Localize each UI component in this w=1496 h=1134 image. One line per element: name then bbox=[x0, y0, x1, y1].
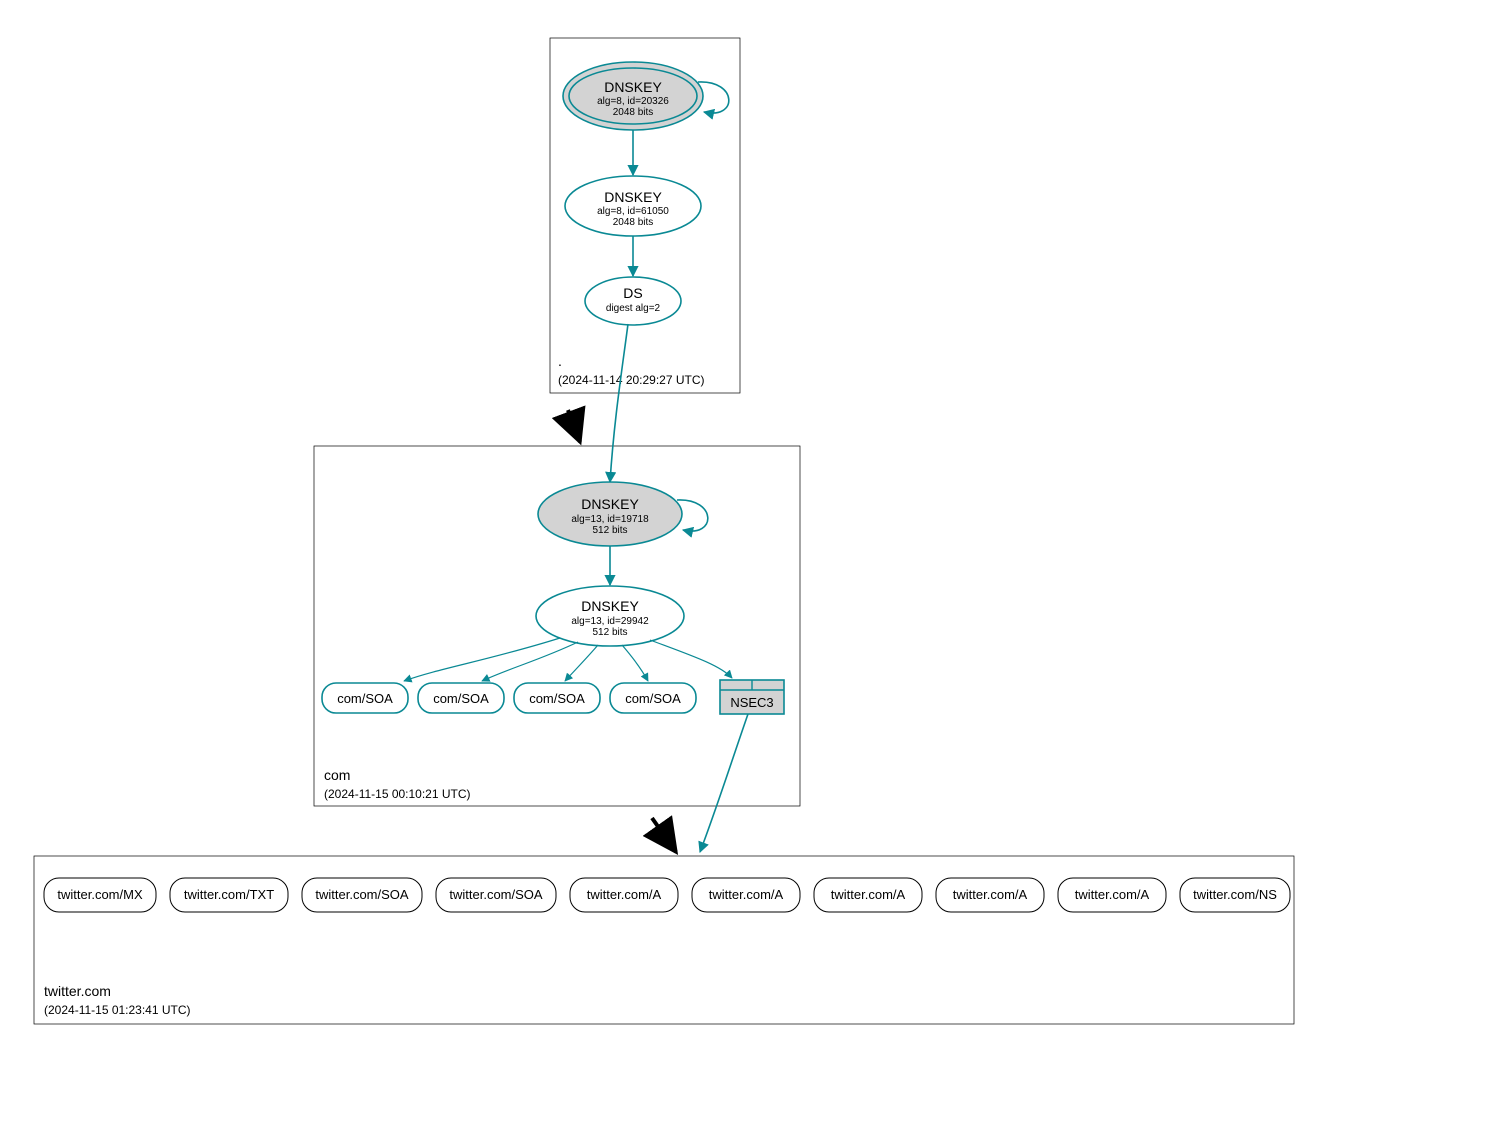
com-ksk-sub2: 512 bits bbox=[592, 525, 627, 536]
zone-root-title: . bbox=[558, 353, 562, 369]
edge-com-zsk-soa3 bbox=[622, 645, 648, 681]
svg-text:twitter.com/A: twitter.com/A bbox=[1075, 887, 1150, 902]
leaf-rr-5: twitter.com/A bbox=[692, 878, 800, 912]
leaf-rr-1: twitter.com/TXT bbox=[170, 878, 288, 912]
zone-leaf-time: (2024-11-15 01:23:41 UTC) bbox=[44, 1003, 191, 1017]
leaf-rr-0: twitter.com/MX bbox=[44, 878, 156, 912]
com-ksk-title: DNSKEY bbox=[581, 496, 639, 512]
leaf-rr-2: twitter.com/SOA bbox=[302, 878, 422, 912]
root-zsk-sub1: alg=8, id=61050 bbox=[597, 206, 669, 217]
edge-com-zsk-soa1 bbox=[482, 642, 578, 681]
svg-text:twitter.com/NS: twitter.com/NS bbox=[1193, 887, 1277, 902]
com-soa-3: com/SOA bbox=[610, 683, 696, 713]
svg-text:com/SOA: com/SOA bbox=[529, 691, 585, 706]
com-soa-0: com/SOA bbox=[322, 683, 408, 713]
leaf-rr-7: twitter.com/A bbox=[936, 878, 1044, 912]
svg-text:com/SOA: com/SOA bbox=[625, 691, 681, 706]
com-ksk-node: DNSKEY alg=13, id=19718 512 bits bbox=[538, 482, 682, 546]
leaf-rr-4: twitter.com/A bbox=[570, 878, 678, 912]
svg-text:twitter.com/SOA: twitter.com/SOA bbox=[449, 887, 543, 902]
leaf-rr-9: twitter.com/NS bbox=[1180, 878, 1290, 912]
root-ds-title: DS bbox=[623, 285, 642, 301]
zone-com: com (2024-11-15 00:10:21 UTC) DNSKEY alg… bbox=[314, 324, 800, 806]
edge-com-zsk-soa2 bbox=[565, 645, 598, 681]
svg-text:twitter.com/A: twitter.com/A bbox=[709, 887, 784, 902]
zone-leaf-title: twitter.com bbox=[44, 983, 111, 999]
svg-text:com/SOA: com/SOA bbox=[337, 691, 393, 706]
svg-text:twitter.com/A: twitter.com/A bbox=[831, 887, 906, 902]
zone-com-time: (2024-11-15 00:10:21 UTC) bbox=[324, 787, 471, 801]
dnssec-diagram: . (2024-11-14 20:29:27 UTC) DNSKEY alg=8… bbox=[20, 20, 1496, 1114]
com-soa-1: com/SOA bbox=[418, 683, 504, 713]
com-nsec3: NSEC3 bbox=[720, 680, 784, 714]
root-ksk-node: DNSKEY alg=8, id=20326 2048 bits bbox=[563, 62, 703, 130]
com-ksk-sub1: alg=13, id=19718 bbox=[571, 514, 649, 525]
svg-text:twitter.com/MX: twitter.com/MX bbox=[57, 887, 143, 902]
leaf-rr-3: twitter.com/SOA bbox=[436, 878, 556, 912]
zone-root-time: (2024-11-14 20:29:27 UTC) bbox=[558, 373, 705, 387]
root-zsk-sub2: 2048 bits bbox=[613, 217, 654, 228]
leaf-rr-6: twitter.com/A bbox=[814, 878, 922, 912]
com-zsk-title: DNSKEY bbox=[581, 598, 639, 614]
svg-text:twitter.com/A: twitter.com/A bbox=[953, 887, 1028, 902]
svg-text:com/SOA: com/SOA bbox=[433, 691, 489, 706]
com-zsk-sub2: 512 bits bbox=[592, 627, 627, 638]
edge-com-zsk-nsec3 bbox=[650, 640, 732, 678]
com-zsk-sub1: alg=13, id=29942 bbox=[571, 616, 649, 627]
root-ds-sub: digest alg=2 bbox=[606, 303, 661, 314]
edge-delegation-com-leaf bbox=[652, 818, 676, 852]
root-ksk-sub2: 2048 bits bbox=[613, 107, 654, 118]
leaf-rr-8: twitter.com/A bbox=[1058, 878, 1166, 912]
root-zsk-title: DNSKEY bbox=[604, 189, 662, 205]
root-ksk-title: DNSKEY bbox=[604, 79, 662, 95]
edge-nsec3-leaf bbox=[700, 714, 748, 852]
zone-com-title: com bbox=[324, 767, 350, 783]
zone-root: . (2024-11-14 20:29:27 UTC) DNSKEY alg=8… bbox=[550, 38, 740, 393]
svg-text:NSEC3: NSEC3 bbox=[730, 695, 773, 710]
edge-ds-com-ksk bbox=[610, 324, 628, 482]
root-zsk-node: DNSKEY alg=8, id=61050 2048 bits bbox=[565, 176, 701, 236]
zone-leaf: twitter.com (2024-11-15 01:23:41 UTC) tw… bbox=[34, 714, 1294, 1024]
com-soa-2: com/SOA bbox=[514, 683, 600, 713]
edge-delegation-root-com bbox=[568, 410, 580, 442]
root-ds-node: DS digest alg=2 bbox=[585, 277, 681, 325]
svg-text:twitter.com/A: twitter.com/A bbox=[587, 887, 662, 902]
com-zsk-node: DNSKEY alg=13, id=29942 512 bits bbox=[536, 586, 684, 646]
root-ksk-sub1: alg=8, id=20326 bbox=[597, 96, 669, 107]
svg-text:twitter.com/SOA: twitter.com/SOA bbox=[315, 887, 409, 902]
svg-text:twitter.com/TXT: twitter.com/TXT bbox=[184, 887, 274, 902]
